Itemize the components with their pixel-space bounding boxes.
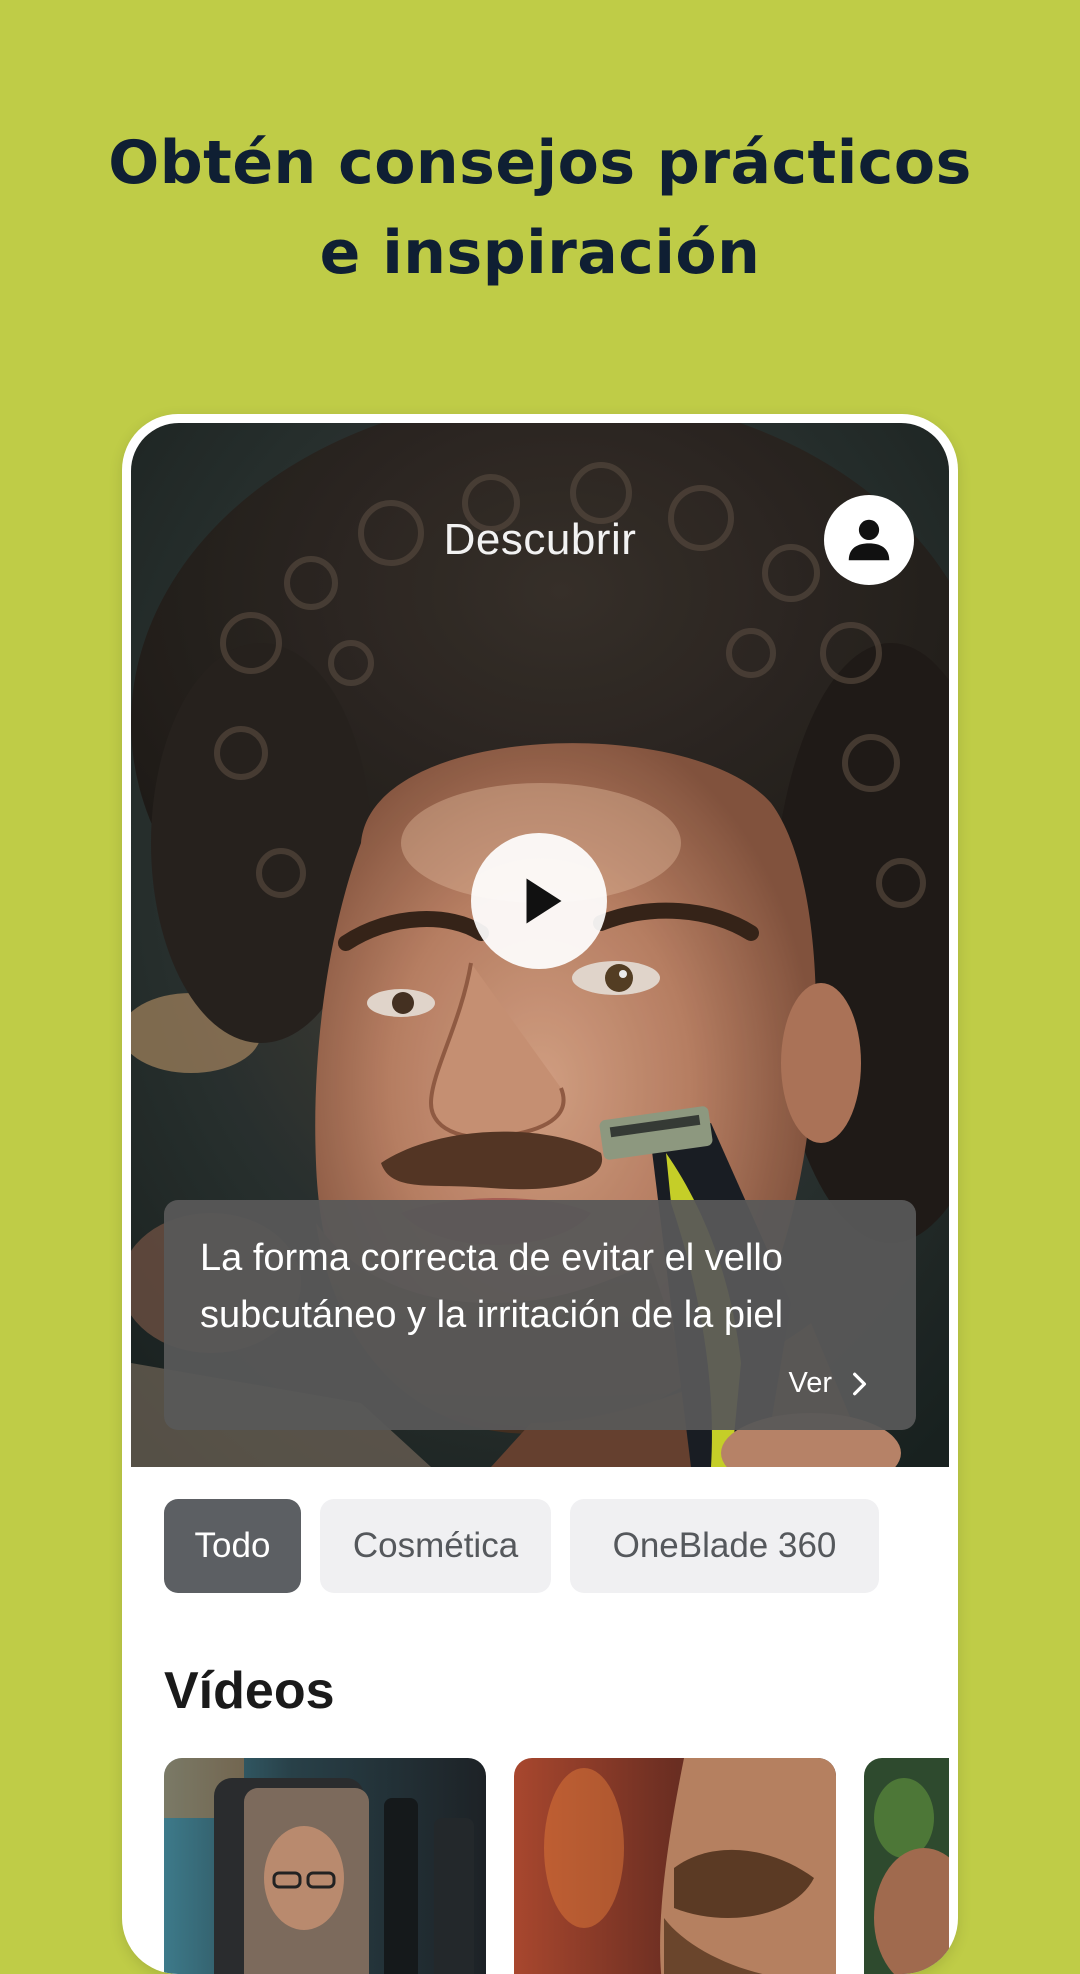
video-carousel <box>164 1758 949 1974</box>
filter-chip-cosmetica[interactable]: Cosmética <box>320 1499 551 1593</box>
filter-chip-todo[interactable]: Todo <box>164 1499 301 1593</box>
video-thumbnail-image <box>864 1758 949 1974</box>
videos-section-title: Vídeos <box>164 1662 335 1720</box>
person-icon <box>848 519 890 561</box>
chevron-right-icon <box>853 1372 867 1395</box>
view-link[interactable]: Ver <box>788 1367 872 1400</box>
featured-caption: La forma correcta de evitar el vello sub… <box>200 1237 784 1336</box>
featured-caption-card[interactable]: La forma correcta de evitar el vello sub… <box>164 1200 916 1430</box>
video-thumbnail[interactable] <box>164 1758 486 1974</box>
play-button[interactable] <box>471 833 607 969</box>
profile-button[interactable] <box>824 495 914 585</box>
featured-video[interactable]: Descubrir La forma correcta de evitar el… <box>131 423 949 1467</box>
video-thumbnail-image <box>164 1758 486 1974</box>
video-thumbnail[interactable] <box>514 1758 836 1974</box>
filter-chip-oneblade-360[interactable]: OneBlade 360 <box>570 1499 879 1593</box>
phone-frame: Descubrir La forma correcta de evitar el… <box>122 414 958 1974</box>
filter-chips: Todo Cosmética OneBlade 360 <box>164 1499 879 1593</box>
app-screen: Descubrir La forma correcta de evitar el… <box>131 423 949 1974</box>
video-thumbnail[interactable] <box>864 1758 949 1974</box>
play-icon <box>526 878 562 924</box>
video-thumbnail-image <box>514 1758 836 1974</box>
view-link-label: Ver <box>788 1367 832 1399</box>
promo-headline: Obtén consejos prácticos e inspiración <box>108 128 972 288</box>
